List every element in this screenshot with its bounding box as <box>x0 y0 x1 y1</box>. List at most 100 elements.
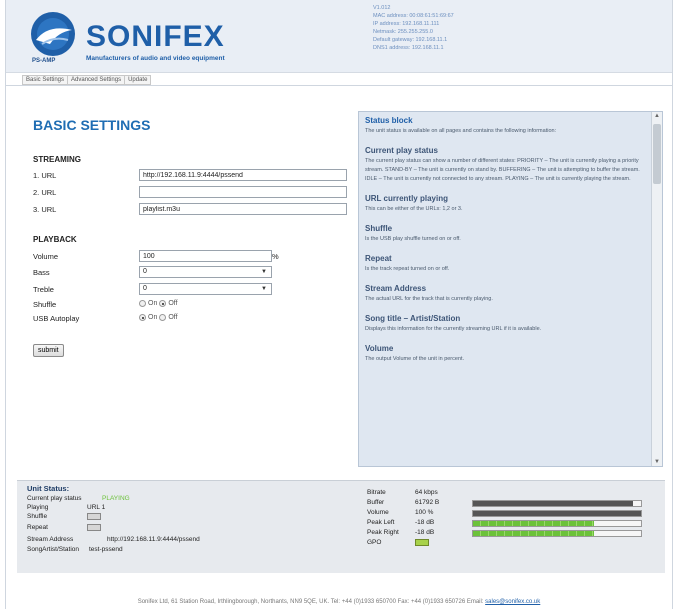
play-status-label: Current play status <box>27 495 82 502</box>
page-title: BASIC SETTINGS <box>33 117 151 133</box>
volume-status-value: 100 % <box>415 509 434 516</box>
shuffle-indicator <box>87 513 101 520</box>
url1-input[interactable] <box>139 169 347 181</box>
streaming-heading: STREAMING <box>33 155 81 164</box>
help-heading: Shuffle <box>365 224 393 233</box>
mac-address: MAC address: 00:08:61:51:69:67 <box>373 13 454 19</box>
volume-input[interactable] <box>139 250 272 262</box>
bass-value: 0 <box>143 268 147 275</box>
header: PS-AMP SONIFEX Manufacturers of audio an… <box>6 0 672 73</box>
treble-label: Treble <box>33 285 54 294</box>
help-intro: The unit status is available on all page… <box>365 128 557 134</box>
volume-meter <box>472 510 642 517</box>
unit-status-title: Unit Status: <box>27 484 70 493</box>
gpo-label: GPO <box>367 539 382 546</box>
shuffle-on-radio[interactable] <box>139 300 146 307</box>
help-text: Is the USB play shuffle turned on or off… <box>365 236 461 242</box>
volume-meter-fill <box>473 511 641 516</box>
url2-label: 2. URL <box>33 188 57 197</box>
url3-label: 3. URL <box>33 205 57 214</box>
chevron-down-icon: ▼ <box>261 286 267 292</box>
brand-tagline: Manufacturers of audio and video equipme… <box>86 55 225 62</box>
tab-advanced-settings[interactable]: Advanced Settings <box>67 75 125 85</box>
help-heading: URL currently playing <box>365 194 448 203</box>
shuffle-radio-group: On Off <box>139 300 178 307</box>
peak-right-value: -18 dB <box>415 529 435 536</box>
help-title: Status block <box>365 116 413 125</box>
shuffle-off-label: Off <box>168 300 178 307</box>
help-text: The output Volume of the unit in percent… <box>365 356 465 362</box>
buffer-label: Buffer <box>367 499 385 506</box>
song-label: SongArtist/Station <box>27 546 80 553</box>
tab-update[interactable]: Update <box>124 75 152 85</box>
usb-autoplay-on-label: On <box>148 314 158 321</box>
peak-right-meter-fill <box>473 531 594 536</box>
product-name: PS-AMP <box>32 58 56 64</box>
shuffle-status-label: Shuffle <box>27 513 48 520</box>
repeat-status-label: Repeat <box>27 524 48 531</box>
help-text: Is the track repeat turned on or off. <box>365 266 450 272</box>
status-help-content: Status block The unit status is availabl… <box>359 112 651 378</box>
treble-select[interactable]: 0 ▼ <box>139 283 272 295</box>
url3-input[interactable] <box>139 203 347 215</box>
volume-status-label: Volume <box>367 509 389 516</box>
sonifex-logo-icon <box>31 12 75 56</box>
help-scrollbar[interactable]: ▲ ▼ <box>651 112 662 466</box>
help-text: The actual URL for the track that is cur… <box>365 296 493 302</box>
chevron-down-icon: ▼ <box>261 269 267 275</box>
peak-right-meter <box>472 530 642 537</box>
buffer-meter-fill <box>473 501 633 506</box>
help-heading: Volume <box>365 344 394 353</box>
navbar: Basic Settings Advanced Settings Update <box>6 74 672 86</box>
tab-basic-settings[interactable]: Basic Settings <box>22 75 68 85</box>
gpo-indicator <box>415 539 429 546</box>
repeat-indicator <box>87 524 101 531</box>
song-value: test-pssend <box>89 546 123 553</box>
bass-label: Bass <box>33 268 50 277</box>
shuffle-on-label: On <box>148 300 158 307</box>
scroll-down-icon[interactable]: ▼ <box>654 459 660 465</box>
treble-value: 0 <box>143 285 147 292</box>
url1-label: 1. URL <box>33 171 57 180</box>
footer-email-link[interactable]: sales@sonifex.co.uk <box>485 599 540 605</box>
default-gateway: Default gateway: 192.168.11.1 <box>373 37 448 43</box>
url2-input[interactable] <box>139 186 347 198</box>
help-text: This can be either of the URLs: 1,2 or 3… <box>365 206 463 212</box>
scroll-thumb[interactable] <box>653 124 661 184</box>
submit-button[interactable]: submit <box>33 344 64 357</box>
usb-autoplay-off-radio[interactable] <box>159 314 167 321</box>
ip-address: IP address: 192.168.11.111 <box>373 21 440 27</box>
stream-address-label: Stream Address <box>27 536 74 543</box>
peak-left-meter-fill <box>473 521 594 526</box>
playing-label: Playing <box>27 504 49 511</box>
status-help-panel[interactable]: Status block The unit status is availabl… <box>358 111 663 467</box>
unit-status-panel: Unit Status: Current play status PLAYING… <box>17 480 665 573</box>
scroll-up-icon[interactable]: ▲ <box>654 113 660 119</box>
help-heading: Current play status <box>365 146 438 155</box>
bitrate-label: Bitrate <box>367 489 386 496</box>
help-heading: Stream Address <box>365 284 427 293</box>
usb-autoplay-label: USB Autoplay <box>33 314 80 323</box>
peak-left-meter <box>472 520 642 527</box>
network-info: V1.012 MAC address: 00:08:61:51:69:67 IP… <box>373 4 454 52</box>
volume-unit: % <box>272 252 279 261</box>
play-status-value: PLAYING <box>102 495 130 502</box>
playing-value: URL 1 <box>87 504 106 511</box>
bitrate-value: 64 kbps <box>415 489 438 496</box>
dns1-address: DNS1 address: 192.168.11.1 <box>373 45 444 51</box>
shuffle-off-radio[interactable] <box>159 300 167 307</box>
firmware-version: V1.012 <box>373 5 391 11</box>
netmask: Netmask: 255.255.255.0 <box>373 29 433 35</box>
footer-address: Sonifex Ltd, 61 Station Road, Irthlingbo… <box>137 599 486 605</box>
peak-left-label: Peak Left <box>367 519 395 526</box>
shuffle-label: Shuffle <box>33 300 57 309</box>
bass-select[interactable]: 0 ▼ <box>139 266 272 278</box>
volume-label: Volume <box>33 252 59 261</box>
peak-left-value: -18 dB <box>415 519 435 526</box>
stream-address-value: http://192.168.11.9:4444/pssend <box>107 536 200 543</box>
buffer-meter <box>472 500 642 507</box>
peak-right-label: Peak Right <box>367 529 399 536</box>
usb-autoplay-radio-group: On Off <box>139 314 178 321</box>
usb-autoplay-on-radio[interactable] <box>139 314 146 321</box>
playback-heading: PLAYBACK <box>33 235 77 244</box>
